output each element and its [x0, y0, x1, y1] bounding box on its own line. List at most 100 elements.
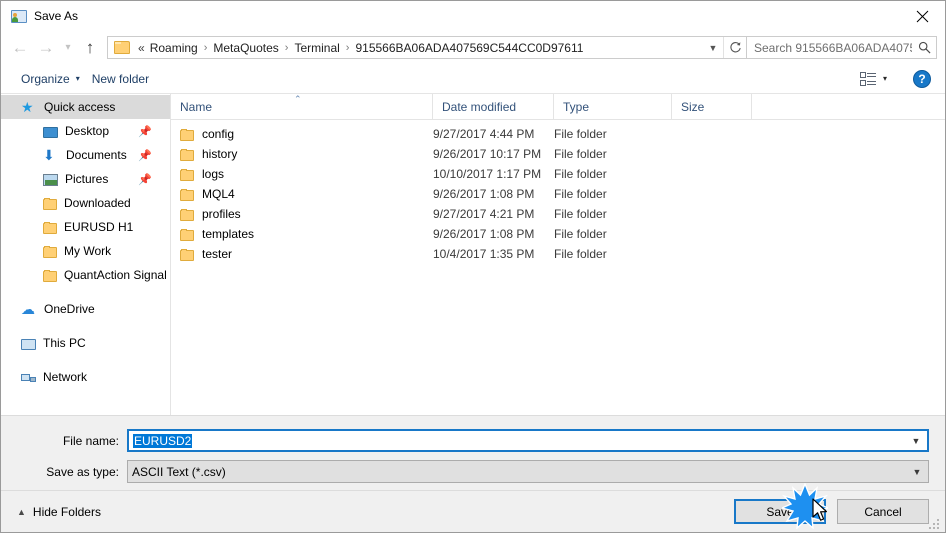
file-type-cell: File folder [554, 227, 607, 241]
table-row[interactable]: history 9/26/2017 10:17 PM File folder [171, 144, 945, 164]
table-row[interactable]: templates 9/26/2017 1:08 PM File folder [171, 224, 945, 244]
sidebar-item-desktop[interactable]: Desktop 📌 [1, 119, 170, 143]
table-row[interactable]: logs 10/10/2017 1:17 PM File folder [171, 164, 945, 184]
breadcrumb-item-terminal-id[interactable]: 915566BA06ADA407569C544CC0D97611 [352, 39, 586, 57]
save-as-type-select[interactable]: ASCII Text (*.csv) ▼ [127, 460, 929, 483]
file-list: config 9/27/2017 4:44 PM File folder his… [171, 120, 945, 415]
folder-icon [43, 198, 57, 210]
file-name-cell: history [171, 147, 433, 161]
file-name-label: profiles [202, 207, 241, 221]
breadcrumb: « Roaming › MetaQuotes › Terminal › 9155… [135, 39, 703, 57]
window-title: Save As [34, 9, 79, 23]
save-as-type-label: Save as type: [46, 464, 119, 479]
folder-icon [180, 209, 194, 221]
pin-icon[interactable]: 📌 [138, 149, 152, 162]
sidebar-item-documents[interactable]: ⬇ Documents 📌 [1, 143, 170, 167]
file-type-cell: File folder [554, 187, 607, 201]
sidebar-item-label: This PC [43, 336, 86, 350]
file-name-cell: logs [171, 167, 433, 181]
file-date-cell: 9/26/2017 1:08 PM [433, 227, 535, 241]
folder-icon [43, 222, 57, 234]
chevron-down-icon[interactable]: ▼ [906, 467, 928, 477]
file-type-cell: File folder [554, 127, 607, 141]
breadcrumb-separator: › [284, 41, 289, 54]
folder-icon [180, 249, 194, 261]
chevron-up-icon: ▲ [17, 506, 26, 517]
file-name-cell: config [171, 127, 433, 141]
new-folder-label: New folder [91, 71, 150, 86]
column-header-label: Date modified [442, 99, 517, 114]
column-header-size[interactable]: Size [672, 94, 752, 119]
sidebar-item-label: Pictures [65, 172, 109, 186]
forward-arrow-icon[interactable]: → [33, 35, 59, 61]
table-row[interactable]: config 9/27/2017 4:44 PM File folder [171, 124, 945, 144]
cancel-button[interactable]: Cancel [837, 499, 929, 524]
chevron-down-icon[interactable]: ▼ [905, 436, 927, 446]
column-header-type[interactable]: Type [554, 94, 672, 119]
breadcrumb-item-roaming[interactable]: Roaming [147, 39, 201, 57]
up-arrow-icon[interactable]: ↑ [77, 35, 103, 61]
save-as-type-row: Save as type: ASCII Text (*.csv) ▼ [1, 459, 945, 484]
column-header-name[interactable]: Name ⌃ [171, 94, 433, 119]
file-date-cell: 9/26/2017 1:08 PM [433, 187, 535, 201]
chevron-down-icon[interactable]: ▼ [703, 37, 723, 58]
sidebar-item-quick-access[interactable]: ★ Quick access [1, 95, 170, 119]
file-date-cell: 9/26/2017 10:17 PM [433, 147, 542, 161]
pin-icon[interactable]: 📌 [138, 125, 152, 138]
folder-icon [180, 169, 194, 181]
refresh-icon[interactable] [723, 37, 746, 58]
file-name-value[interactable]: EURUSD2 [129, 433, 905, 448]
file-date-cell: 10/10/2017 1:17 PM [433, 167, 542, 181]
breadcrumb-item-metaquotes[interactable]: MetaQuotes [210, 39, 281, 57]
hide-folders-button[interactable]: ▲ Hide Folders [13, 501, 105, 523]
chevron-down-icon: ▾ [882, 74, 887, 83]
file-type-cell: File folder [554, 247, 607, 261]
pin-icon[interactable]: 📌 [138, 173, 152, 186]
save-button[interactable]: Save [734, 499, 826, 524]
folder-icon [114, 41, 130, 54]
sidebar-item-pictures[interactable]: Pictures 📌 [1, 167, 170, 191]
sidebar-item-onedrive[interactable]: ☁ OneDrive [1, 297, 170, 321]
breadcrumb-overflow[interactable]: « [135, 41, 147, 55]
file-name-cell: profiles [171, 207, 433, 221]
breadcrumb-item-terminal[interactable]: Terminal [291, 39, 342, 57]
file-name-input[interactable]: EURUSD2 ▼ [127, 429, 929, 452]
sidebar-item-label: Desktop [65, 124, 110, 138]
search-input[interactable]: Search 915566BA06ADA40756... [747, 41, 912, 55]
save-as-type-value: ASCII Text (*.csv) [132, 464, 226, 479]
view-options-button[interactable]: ▾ [856, 70, 891, 87]
close-icon[interactable] [899, 1, 945, 31]
new-folder-button[interactable]: New folder [86, 69, 155, 89]
sort-ascending-icon: ⌃ [294, 94, 302, 104]
column-header-label: Size [681, 99, 705, 114]
back-arrow-icon[interactable]: ← [7, 35, 33, 61]
sidebar-item-label: Documents [66, 148, 127, 162]
sidebar-item-downloaded[interactable]: Downloaded [1, 191, 170, 215]
sidebar-item-network[interactable]: Network [1, 365, 170, 389]
table-row[interactable]: MQL4 9/26/2017 1:08 PM File folder [171, 184, 945, 204]
search-box[interactable]: Search 915566BA06ADA40756... [747, 36, 937, 59]
file-name-label: MQL4 [202, 187, 235, 201]
table-row[interactable]: profiles 9/27/2017 4:21 PM File folder [171, 204, 945, 224]
breadcrumb-separator: › [203, 41, 208, 54]
sidebar-item-this-pc[interactable]: This PC [1, 331, 170, 355]
save-as-icon [10, 8, 27, 24]
help-icon[interactable]: ? [913, 69, 931, 88]
table-row[interactable]: tester 10/4/2017 1:35 PM File folder [171, 244, 945, 264]
address-bar[interactable]: « Roaming › MetaQuotes › Terminal › 9155… [107, 36, 747, 59]
file-type-cell: File folder [554, 147, 607, 161]
dialog-footer: ▲ Hide Folders Save Cancel [1, 490, 945, 532]
save-form: File name: EURUSD2 ▼ Save as type: ASCII… [1, 415, 945, 490]
star-icon: ★ [21, 99, 34, 115]
breadcrumb-separator: › [345, 41, 350, 54]
column-header-row: Name ⌃ Date modified Type Size [171, 94, 945, 120]
file-name-cell: tester [171, 247, 433, 261]
recent-locations-chevron-icon[interactable]: ▾ [59, 35, 77, 61]
sidebar-item-quantaction-signal[interactable]: QuantAction Signal [1, 263, 170, 287]
sidebar-item-eurusd-h1[interactable]: EURUSD H1 [1, 215, 170, 239]
sidebar-item-my-work[interactable]: My Work [1, 239, 170, 263]
resize-grip-icon[interactable] [929, 517, 941, 529]
column-header-date-modified[interactable]: Date modified [433, 94, 554, 119]
organize-button[interactable]: Organize ▾ [15, 69, 86, 89]
sidebar-item-label: Network [43, 370, 88, 384]
